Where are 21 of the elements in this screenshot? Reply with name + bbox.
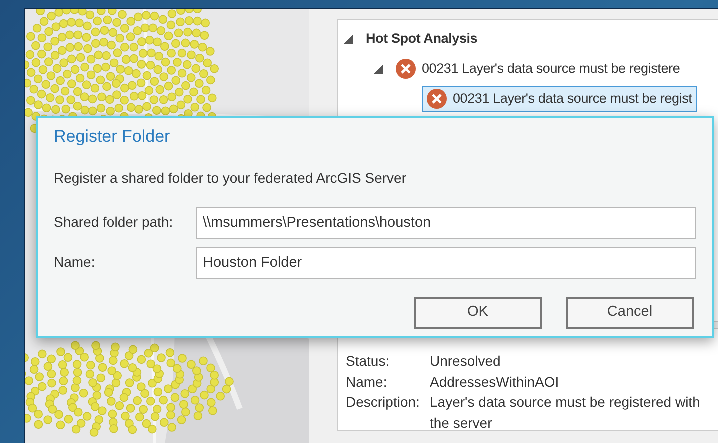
detail-value: Unresolved <box>430 352 502 371</box>
error-icon <box>396 59 416 79</box>
expand-toggle-icon[interactable] <box>344 34 353 44</box>
field-label: Name: <box>54 253 96 272</box>
ok-button[interactable]: OK <box>414 296 542 328</box>
group-heading[interactable]: Hot Spot Analysis <box>362 26 482 52</box>
dialog-title: Register Folder <box>54 126 172 148</box>
error-icon <box>427 89 447 109</box>
detail-label: Name: <box>346 372 388 392</box>
detail-label: Description: <box>346 393 421 412</box>
issue-item[interactable]: 00231 Layer's data source must be regist <box>422 86 698 112</box>
detail-value: AddressesWithinAOI <box>430 372 560 392</box>
dialog-message: Register a shared folder to your federated ArcGIS Server <box>54 168 408 188</box>
detail-label: Status: <box>346 352 391 371</box>
field-label: Shared folder path: <box>54 213 174 232</box>
cancel-button[interactable]: Cancel <box>566 296 694 328</box>
expand-toggle-icon[interactable] <box>374 64 383 74</box>
issue-item[interactable]: 00231 Layer's data source must be registere <box>392 56 684 82</box>
text-field[interactable]: \\msummers\Presentations\houston <box>196 206 696 238</box>
detail-value: Layer's data source must be registered with the server <box>430 393 702 432</box>
text-field[interactable]: Houston Folder <box>196 246 696 278</box>
